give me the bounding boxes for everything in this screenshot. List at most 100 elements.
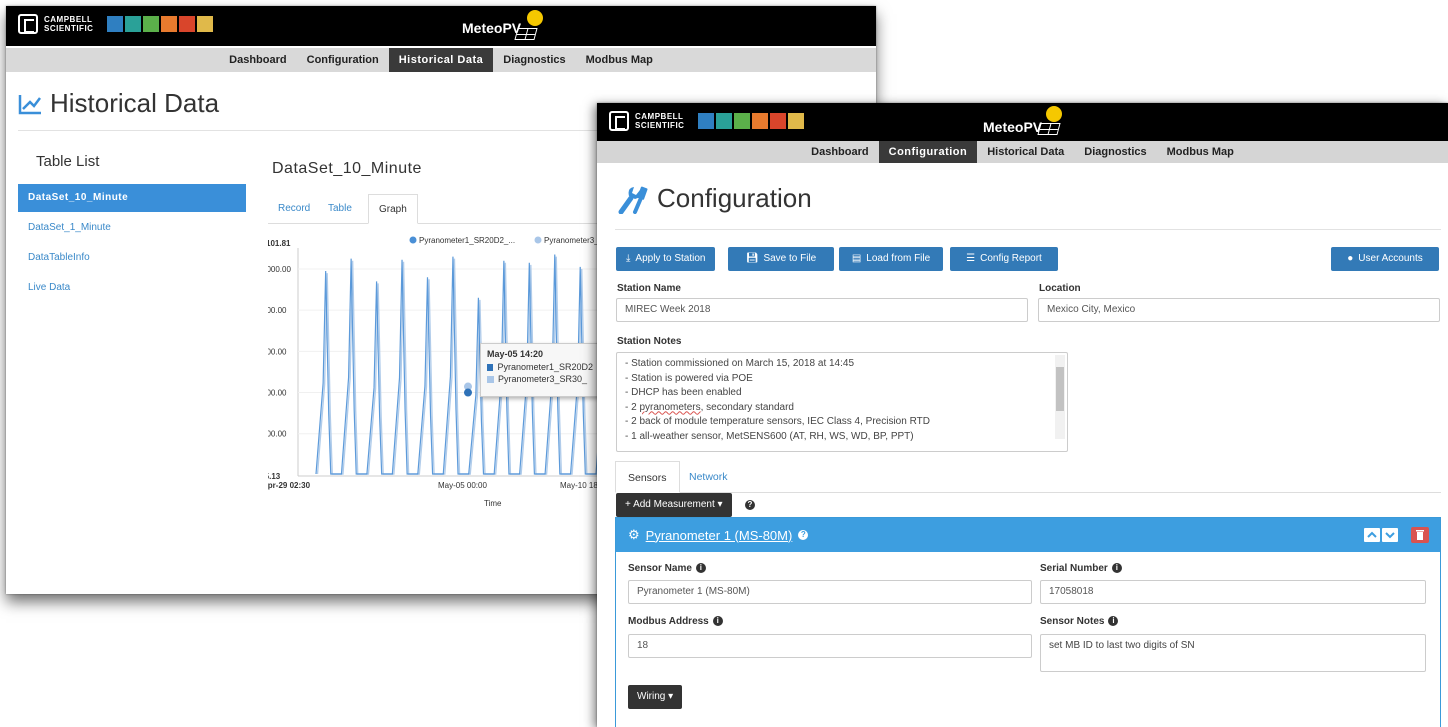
nav-modbus-map[interactable]: Modbus Map [576, 48, 663, 72]
top-header-bar: CAMPBELL SCIENTIFIC MeteoPV [597, 103, 1448, 141]
station-notes-textarea[interactable]: - Station commissioned on March 15, 2018… [616, 352, 1068, 452]
folder-open-icon: ▤ [851, 253, 862, 264]
ag-tile-icon [143, 16, 160, 32]
nav-dashboard[interactable]: Dashboard [219, 48, 296, 72]
solar-panel-icon [1037, 123, 1061, 135]
nav-historical-data[interactable]: Historical Data [977, 141, 1074, 163]
tooltip-series-1: Pyranometer1_SR20D2 [497, 362, 593, 372]
notes-scrollbar[interactable] [1055, 355, 1065, 439]
info-icon[interactable]: i [695, 563, 706, 574]
sensor-name-label: Sensor Name [628, 563, 692, 574]
nav-modbus-map[interactable]: Modbus Map [1157, 141, 1244, 163]
nav-diagnostics[interactable]: Diagnostics [1074, 141, 1156, 163]
configuration-window: CAMPBELL SCIENTIFIC MeteoPV Dashboard Co… [597, 103, 1448, 727]
table-item-dataset-1-minute[interactable]: DataSet_1_Minute [18, 214, 246, 242]
load-from-file-button[interactable]: ▤ Load from File [839, 247, 943, 271]
info-icon[interactable]: i [712, 616, 723, 627]
chart-tooltip: May-05 14:20 Pyranometer1_SR20D2 Pyranom… [480, 343, 600, 397]
x-axis-label: Time [484, 499, 502, 508]
tab-network[interactable]: Network [677, 461, 740, 493]
series2-swatch [487, 375, 494, 383]
historical-page-header: Historical Data [18, 88, 219, 119]
dataset-title: DataSet_10_Minute [272, 160, 422, 177]
nav-diagnostics[interactable]: Diagnostics [493, 48, 575, 72]
notes-line-4: - 2 pyranometers, secondary standard [625, 401, 794, 413]
nav-configuration[interactable]: Configuration [878, 141, 978, 163]
solar-tile-icon [161, 16, 178, 32]
logo-line-1: CAMPBELL [44, 15, 93, 24]
tab-graph[interactable]: Graph [368, 194, 418, 224]
y-tick-label: 400.00 [268, 389, 287, 398]
serial-number-label: Serial Number [1040, 563, 1108, 574]
table-item-live-data[interactable]: Live Data [18, 274, 246, 302]
config-report-button[interactable]: ☰ Config Report [950, 247, 1058, 271]
weather-tile-icon [197, 16, 214, 32]
tab-table[interactable]: Table [318, 194, 362, 224]
info-icon[interactable]: i [1108, 616, 1119, 627]
energy-tile-icon [716, 113, 733, 129]
x-tick-label: May-05 00:00 [438, 481, 487, 490]
save-icon: 💾︎ [745, 253, 759, 264]
page-title: Configuration [657, 183, 812, 213]
sensor-name-input[interactable]: Pyranometer 1 (MS-80M) [628, 580, 1032, 604]
user-icon: ● [1347, 253, 1354, 264]
series1-swatch [487, 363, 494, 371]
help-icon[interactable]: ? [745, 500, 755, 510]
move-up-button[interactable] [1364, 528, 1380, 542]
help-icon[interactable]: ? [798, 530, 809, 540]
info-icon[interactable]: i [1111, 563, 1122, 574]
table-item-datatableinfo[interactable]: DataTableInfo [18, 244, 246, 272]
top-header-bar: CAMPBELL SCIENTIFIC MeteoPV [6, 6, 876, 46]
sensor-notes-textarea[interactable]: set MB ID to last two digits of SN [1040, 634, 1426, 672]
tab-record[interactable]: Record [268, 194, 320, 224]
user-accounts-button[interactable]: ● User Accounts [1331, 247, 1439, 271]
tab-sensors[interactable]: Sensors [615, 461, 680, 493]
logo-line-2: SCIENTIFIC [44, 24, 94, 33]
move-down-button[interactable] [1382, 528, 1398, 542]
infrastructure-tile-icon [179, 16, 196, 32]
location-input[interactable]: Mexico City, Mexico [1038, 298, 1440, 322]
nav-configuration[interactable]: Configuration [297, 48, 389, 72]
nav-historical-data[interactable]: Historical Data [388, 48, 494, 72]
sensor-title-link[interactable]: Pyranometer 1 (MS-80M) [646, 528, 793, 543]
wiring-button[interactable]: Wiring ▾ [628, 685, 683, 709]
weather-tile-icon [788, 113, 805, 129]
main-nav: Dashboard Configuration Historical Data … [6, 48, 876, 72]
location-label: Location [1039, 283, 1081, 294]
logo-line-2: SCIENTIFIC [635, 121, 685, 130]
notes-line-5: - 2 back of module temperature sensors, … [625, 416, 930, 427]
table-item-dataset-10-minute[interactable]: DataSet_10_Minute [18, 184, 246, 212]
y-tick-label: 1101.81 [268, 239, 291, 248]
y-tick-label: 800.00 [268, 306, 287, 315]
station-notes-label: Station Notes [617, 336, 682, 347]
y-tick-label: 1000.00 [268, 265, 291, 274]
meteopv-brand: MeteoPV [983, 119, 1043, 135]
highlight-point-s1 [464, 388, 472, 397]
configuration-page-header: Configuration [617, 183, 812, 214]
sensor-panel: ⚙ Pyranometer 1 (MS-80M) ? Sensor Name i … [615, 517, 1441, 727]
delete-sensor-button[interactable] [1411, 527, 1429, 543]
gear-icon: ⚙ [628, 527, 640, 542]
sun-icon [527, 10, 543, 26]
main-nav: Dashboard Configuration Historical Data … [597, 141, 1448, 163]
y-tick-label: 200.00 [268, 430, 287, 439]
water-tile-icon [698, 113, 715, 129]
notes-line-2: - Station is powered via POE [625, 372, 753, 384]
notes-line-1: - Station commissioned on March 15, 2018… [625, 358, 855, 369]
ag-tile-icon [734, 113, 751, 129]
scrollbar-thumb[interactable] [1056, 367, 1064, 411]
product-tiles [107, 16, 214, 32]
station-name-input[interactable]: MIREC Week 2018 [616, 298, 1028, 322]
apply-to-station-button[interactable]: ⤓ Apply to Station [616, 247, 716, 271]
nav-dashboard[interactable]: Dashboard [801, 141, 878, 163]
y-tick-label: -5.13 [268, 472, 281, 481]
y-tick-label: 600.00 [268, 347, 287, 356]
modbus-address-input[interactable]: 18 [628, 634, 1032, 658]
serial-number-input[interactable]: 17058018 [1040, 580, 1426, 604]
sensor-notes-label: Sensor Notes [1040, 616, 1105, 627]
logo-line-1: CAMPBELL [635, 112, 684, 121]
add-measurement-button[interactable]: + Add Measurement ▾ [616, 493, 732, 517]
energy-tile-icon [125, 16, 142, 32]
modbus-address-label: Modbus Address [628, 616, 709, 627]
save-to-file-button[interactable]: 💾︎ Save to File [728, 247, 834, 271]
